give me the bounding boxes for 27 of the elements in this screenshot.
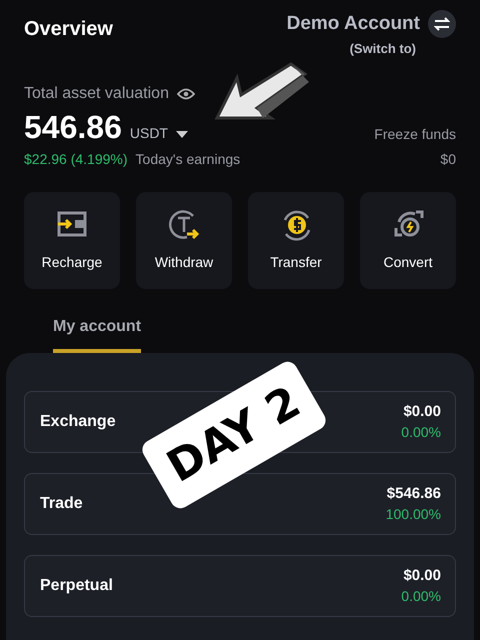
action-button[interactable]: Withdraw	[136, 192, 232, 290]
account-amount: $0.00	[402, 566, 441, 586]
action-button[interactable]: Transfer	[248, 192, 344, 290]
earnings-value: $22.96 (4.199%)	[24, 150, 128, 170]
action-button[interactable]: Convert	[360, 192, 456, 290]
account-type: Trade	[40, 494, 83, 514]
currency-selector[interactable]: USDT	[130, 123, 168, 144]
switch-link[interactable]: (Switch to)	[350, 38, 416, 58]
account-row[interactable]: Perpetual $0.00 0.00%	[24, 555, 456, 618]
account-type: Exchange	[40, 412, 116, 432]
account-amount: $546.86	[386, 484, 441, 504]
account-share: 0.00%	[401, 423, 441, 442]
action-button[interactable]: Recharge	[24, 192, 120, 290]
account-share: 100.00%	[386, 505, 441, 524]
account-share: 0.00%	[401, 587, 441, 606]
asset-label: Total asset valuation	[24, 84, 169, 104]
eye-icon[interactable]	[176, 88, 195, 100]
account-amount: $0.00	[402, 402, 441, 422]
switch-icon[interactable]	[428, 10, 456, 38]
freeze-label: Freeze funds	[374, 125, 456, 144]
caret-icon[interactable]	[176, 131, 188, 138]
asset-amount: 546.86	[24, 110, 122, 146]
freeze-value: $0	[439, 150, 456, 170]
earnings-label: Today's earnings	[136, 150, 240, 170]
page-title: Overview	[24, 17, 113, 42]
account-type: Perpetual	[40, 576, 113, 596]
account-name: Demo Account	[286, 12, 420, 36]
